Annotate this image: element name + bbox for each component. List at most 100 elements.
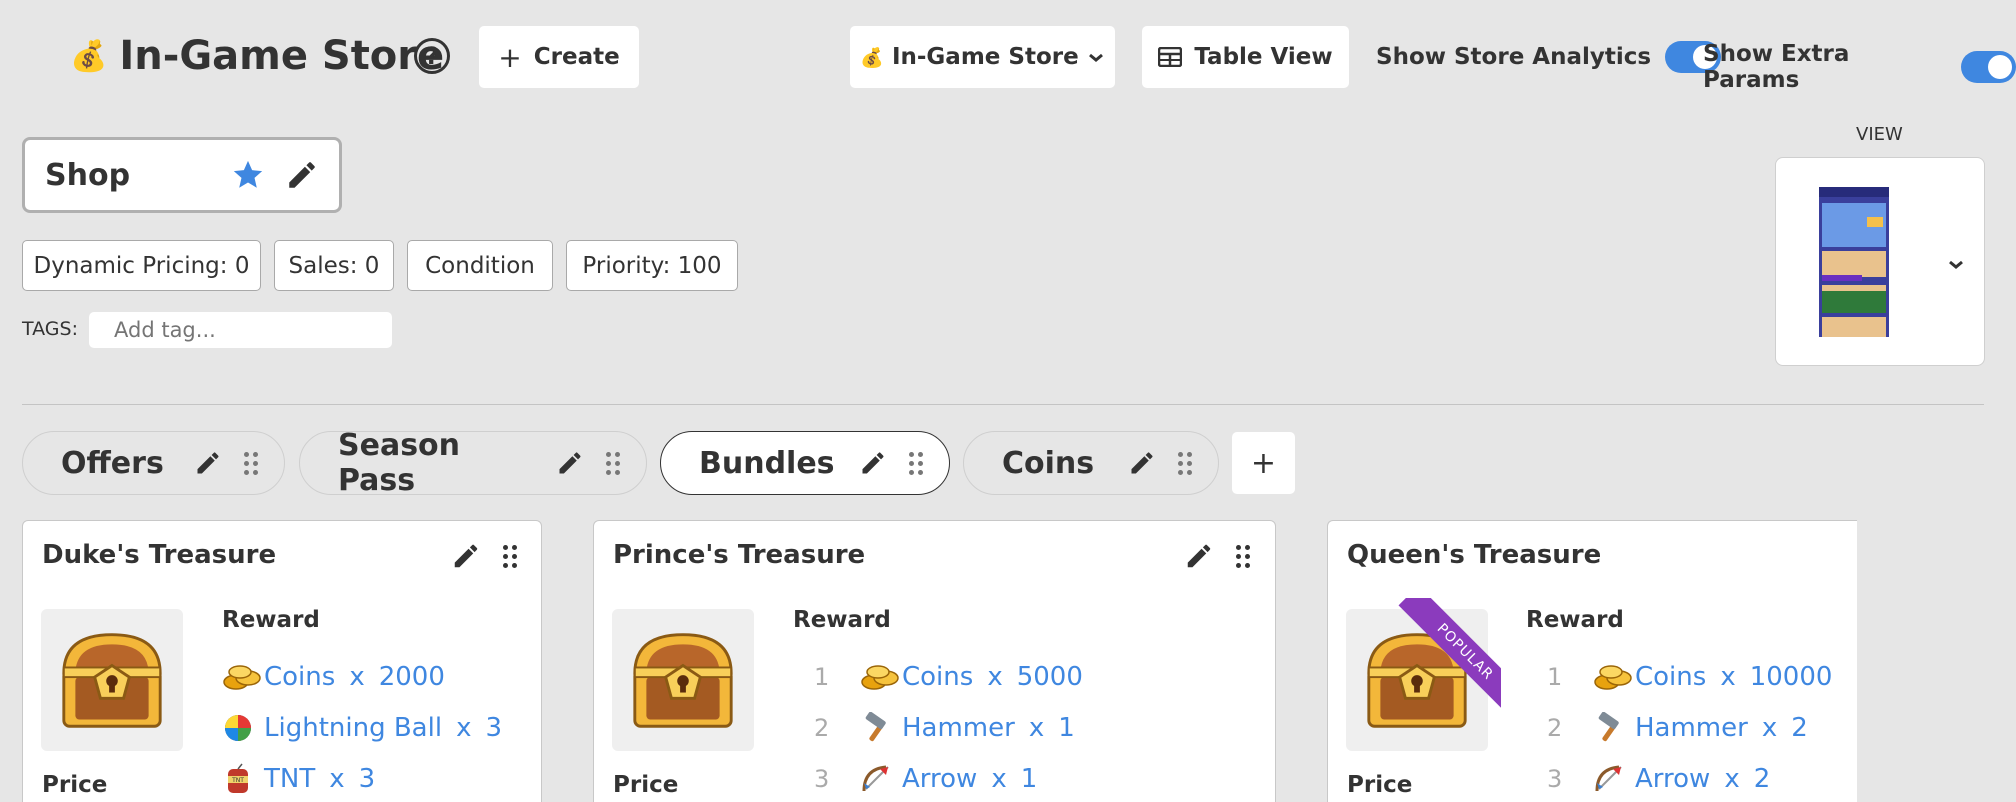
reward-times: x	[349, 662, 365, 692]
reward-name[interactable]: Arrow	[1635, 764, 1710, 794]
help-button[interactable]: ?	[414, 38, 450, 74]
drag-handle-icon[interactable]	[909, 451, 923, 475]
tag-input[interactable]	[89, 312, 392, 348]
drag-handle-icon[interactable]	[1236, 544, 1250, 568]
reward-qty[interactable]: 2000	[379, 662, 445, 692]
priority-badge[interactable]: Priority: 100	[566, 240, 738, 291]
tab-label: Bundles	[699, 445, 835, 481]
reward-index: 3	[814, 765, 830, 793]
edit-icon[interactable]	[285, 158, 319, 192]
tab-season-pass[interactable]: Season Pass	[299, 428, 647, 498]
reward-qty[interactable]: 2	[1754, 764, 1771, 794]
sales-badge[interactable]: Sales: 0	[274, 240, 394, 291]
money-bag-icon: 💰	[860, 46, 884, 69]
item-card[interactable]: Duke's Treasure Reward Coins x 2000 Ligh…	[22, 520, 542, 802]
reward-name[interactable]: Coins	[264, 662, 335, 692]
edit-icon[interactable]	[1128, 449, 1156, 477]
drag-handle-icon[interactable]	[1178, 451, 1192, 475]
reward-times: x	[1028, 713, 1045, 743]
edit-icon[interactable]	[556, 449, 584, 477]
item-name: Duke's Treasure	[42, 540, 277, 570]
reward-row: 1 Coins x 10000	[1547, 658, 1832, 696]
coins-icon	[1593, 662, 1633, 692]
reward-header: Reward	[1526, 607, 1624, 633]
plus-icon: +	[498, 40, 522, 74]
dynamic-pricing-text: Dynamic Pricing: 0	[33, 252, 250, 279]
show-analytics-label: Show Store Analytics	[1376, 44, 1652, 70]
reward-name[interactable]: Arrow	[902, 764, 977, 794]
page-title-text: In-Game Store	[119, 33, 445, 79]
create-button[interactable]: + Create	[479, 26, 639, 88]
show-extra-params-label: Show Extra Params	[1703, 41, 1850, 93]
item-name: Prince's Treasure	[613, 540, 866, 570]
reward-name[interactable]: TNT	[264, 764, 315, 794]
store-select-value: In-Game Store	[891, 44, 1079, 70]
price-label: Price	[1347, 772, 1413, 798]
tab-bundles[interactable]: Bundles	[660, 431, 950, 495]
drag-handle-icon[interactable]	[244, 451, 258, 475]
reward-qty[interactable]: 5000	[1017, 662, 1083, 692]
item-image	[41, 609, 183, 751]
edit-icon[interactable]	[194, 449, 222, 477]
sales-text: Sales: 0	[288, 252, 380, 279]
chevron-down-icon[interactable]	[1947, 258, 1965, 270]
popular-ribbon: POPULAR	[1377, 598, 1501, 722]
arrow-icon	[1593, 763, 1625, 795]
reward-times: x	[987, 662, 1003, 692]
table-view-button[interactable]: Table View	[1142, 26, 1349, 88]
reward-header: Reward	[793, 607, 891, 633]
add-tab-button[interactable]: +	[1232, 432, 1295, 494]
reward-name[interactable]: Hammer	[902, 713, 1015, 743]
condition-button[interactable]: Condition	[407, 240, 553, 291]
reward-qty[interactable]: 10000	[1750, 662, 1833, 692]
tab-label: Coins	[1002, 445, 1095, 481]
reward-qty[interactable]: 1	[1058, 713, 1075, 743]
item-card[interactable]: Prince's Treasure Reward 1 Coins x 5000 …	[593, 520, 1276, 802]
reward-name[interactable]: Coins	[902, 662, 973, 692]
arrow-icon	[860, 763, 892, 795]
tab-label: Season Pass	[338, 428, 461, 498]
reward-name[interactable]: Lightning Ball	[264, 713, 442, 743]
section-divider	[22, 404, 1984, 405]
treasure-chest-icon	[625, 627, 741, 733]
plus-icon: +	[1250, 445, 1277, 481]
price-label: Price	[42, 772, 108, 798]
drag-handle-icon[interactable]	[606, 451, 620, 475]
hammer-icon	[860, 712, 892, 744]
show-extra-params-toggle[interactable]	[1961, 51, 2016, 83]
popular-badge-text: POPULAR	[1398, 598, 1501, 719]
shop-card[interactable]: Shop	[22, 137, 342, 213]
edit-icon[interactable]	[451, 541, 481, 571]
reward-qty[interactable]: 1	[1021, 764, 1038, 794]
table-view-label: Table View	[1194, 44, 1333, 70]
edit-icon[interactable]	[859, 449, 887, 477]
reward-row: 3 Arrow x 2	[1547, 760, 1770, 798]
reward-index: 2	[1547, 714, 1563, 742]
reward-index: 3	[1547, 765, 1563, 793]
tab-coins[interactable]: Coins	[963, 431, 1219, 495]
star-icon[interactable]	[231, 158, 265, 192]
store-select[interactable]: 💰 In-Game Store	[850, 26, 1115, 88]
dynamic-pricing-badge[interactable]: Dynamic Pricing: 0	[22, 240, 261, 291]
item-name: Queen's Treasure	[1347, 540, 1602, 570]
reward-header: Reward	[222, 607, 320, 633]
tab-label: Offers	[61, 445, 164, 481]
reward-name[interactable]: Hammer	[1635, 713, 1748, 743]
condition-text: Condition	[425, 252, 535, 279]
drag-handle-icon[interactable]	[503, 544, 517, 568]
reward-row: 2 Hammer x 1	[814, 709, 1075, 747]
reward-qty[interactable]: 3	[485, 713, 502, 743]
reward-qty[interactable]: 3	[359, 764, 376, 794]
reward-qty[interactable]: 2	[1791, 713, 1808, 743]
priority-text: Priority: 100	[582, 252, 722, 279]
price-label: Price	[613, 772, 679, 798]
reward-name[interactable]: Coins	[1635, 662, 1706, 692]
hammer-icon	[1593, 712, 1625, 744]
reward-times: x	[1720, 662, 1736, 692]
view-preview[interactable]	[1775, 157, 1985, 366]
reward-index: 2	[814, 714, 830, 742]
edit-icon[interactable]	[1184, 541, 1214, 571]
money-bag-icon: 💰	[70, 38, 108, 74]
help-icon: ?	[425, 42, 439, 70]
tab-offers[interactable]: Offers	[22, 431, 285, 495]
